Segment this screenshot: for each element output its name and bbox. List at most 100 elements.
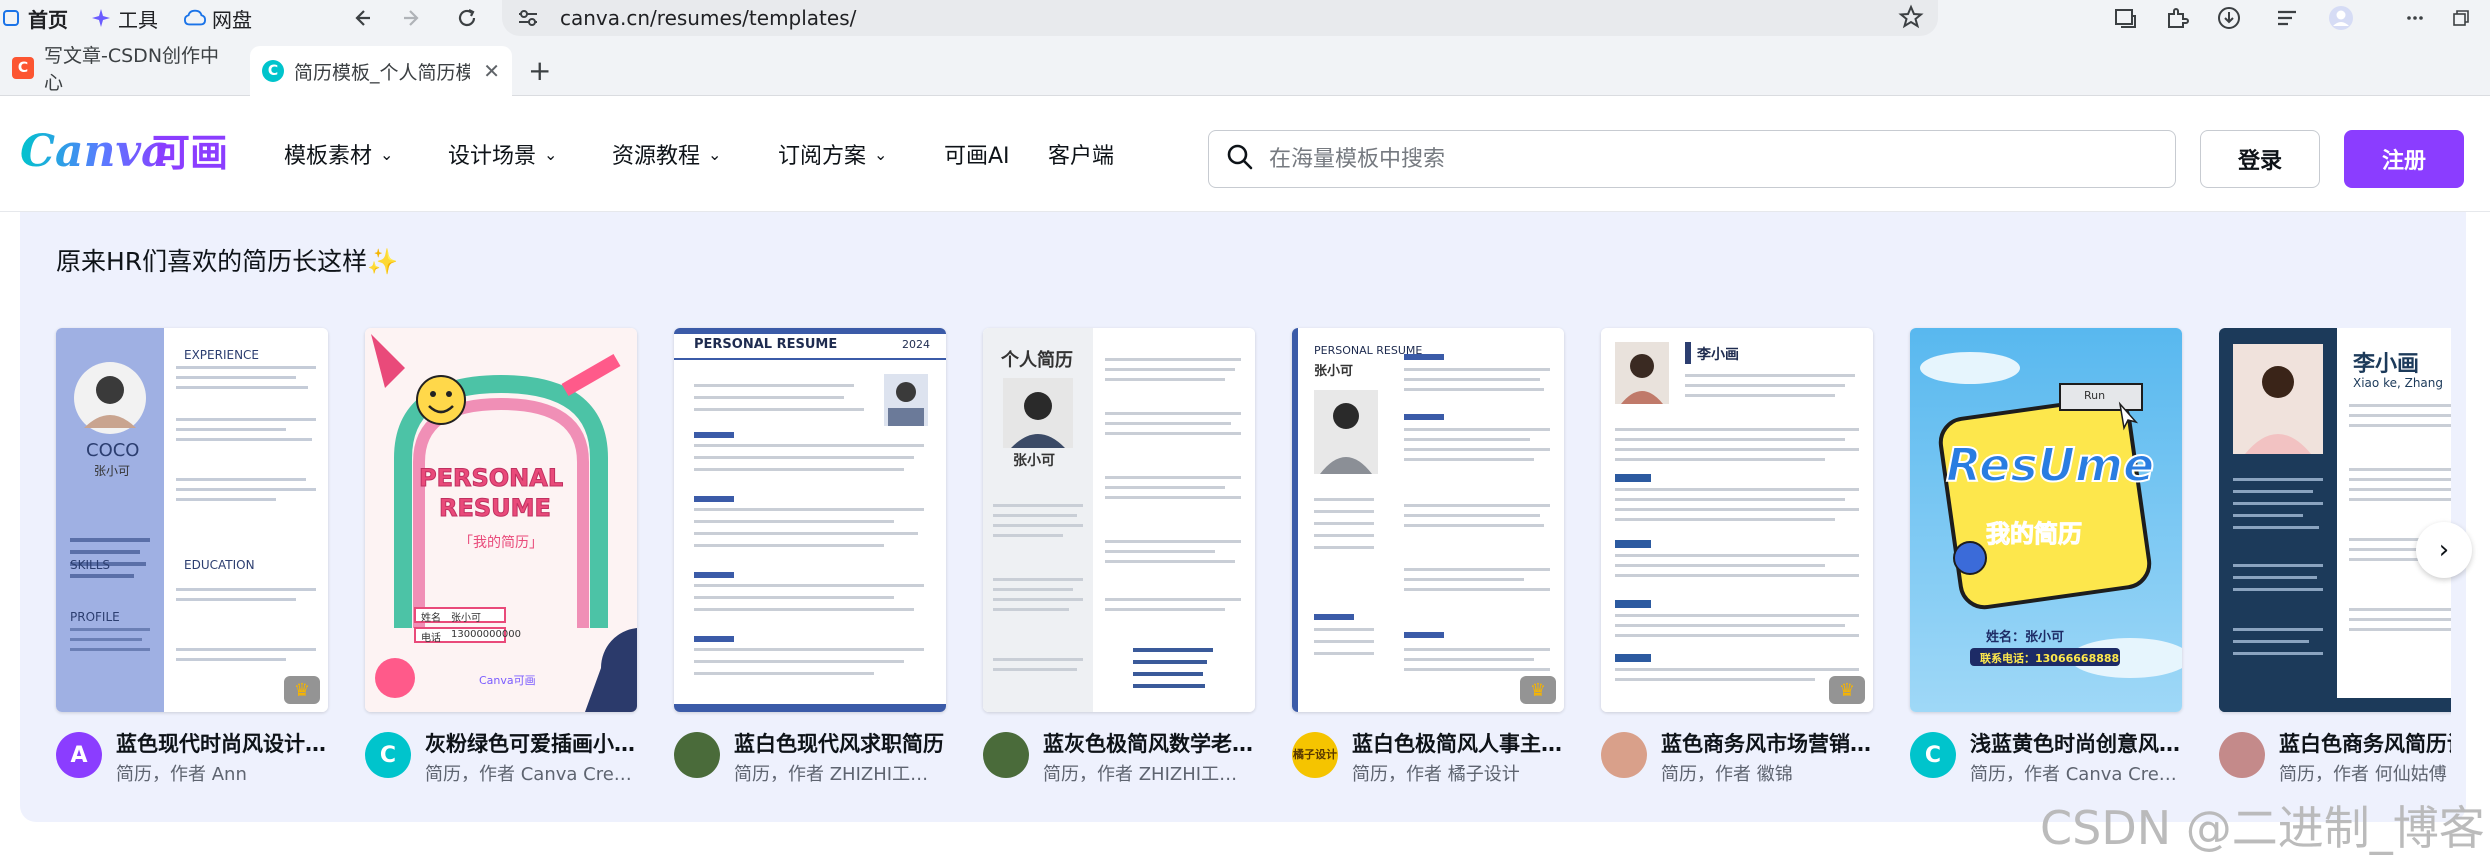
card-title[interactable]: 蓝白色极简风人事主... — [1352, 728, 1564, 758]
author-avatar[interactable] — [674, 732, 720, 778]
thumb-experience: EXPERIENCE — [184, 348, 260, 362]
thumb-year: 2024 — [902, 338, 930, 351]
card-meta: 蓝白色商务风简历设 简历，作者 何仙姑傅 — [2219, 726, 2451, 790]
card-author[interactable]: 简历，作者 徽锦 — [1661, 760, 1873, 786]
card-author[interactable]: 简历，作者 Canva Crea... — [425, 760, 637, 786]
template-card[interactable]: 李小画 ♛ 蓝色商务风市场营销... 简历，作者 徽锦 — [1601, 328, 1873, 790]
template-thumbnail[interactable]: PERSONAL RESUME 张小可 ♛ — [1292, 328, 1564, 712]
signup-button[interactable]: 注册 — [2344, 130, 2464, 188]
profile-avatar-icon[interactable] — [2326, 3, 2356, 33]
author-avatar[interactable] — [2219, 732, 2265, 778]
template-card[interactable]: Run ResUme 我的简历 姓名：张小可 联系电话：13066668888 … — [1910, 328, 2182, 790]
nav-pricing[interactable]: 订阅方案 ⌄ — [778, 96, 887, 212]
template-card[interactable]: PERSONAL RESUME 「我的简历」 姓名 张小可 电话 1300000… — [365, 328, 637, 790]
tab-canva[interactable]: C 简历模板_个人简历模 ✕ — [250, 46, 512, 96]
card-meta: 蓝灰色极简风数学老... 简历，作者 ZHIZHI工作室 — [983, 726, 1255, 790]
author-avatar[interactable]: A — [56, 732, 102, 778]
card-author[interactable]: 简历，作者 Ann — [116, 760, 328, 786]
browser-tools-button[interactable]: 工具 — [90, 0, 158, 36]
site-settings-icon[interactable] — [516, 6, 540, 34]
template-search[interactable] — [1208, 130, 2176, 188]
thumb-run: Run — [2084, 389, 2106, 402]
template-thumbnail[interactable]: COCO 张小可 SKILLS PROFILE EXPERIENCE EDUCA… — [56, 328, 328, 712]
new-tab-icon[interactable]: + — [528, 46, 551, 96]
browser-netdisk-button[interactable]: 网盘 — [184, 0, 252, 36]
author-avatar[interactable]: C — [365, 732, 411, 778]
template-card[interactable]: PERSONAL RESUME 张小可 ♛ 橘子设计 蓝白色极简风人事主... … — [1292, 328, 1564, 790]
thumb-title2: RESUME — [439, 494, 552, 523]
card-author[interactable]: 简历，作者 ZHIZHI工作室 — [734, 760, 946, 786]
thumb-profile: PROFILE — [70, 610, 120, 624]
chevron-down-icon: ⌄ — [380, 144, 394, 164]
nav-templates[interactable]: 模板素材 ⌄ — [284, 96, 393, 212]
thumb-name-cn: 张小可 — [94, 464, 131, 478]
card-title[interactable]: 蓝色现代时尚风设计... — [116, 728, 328, 758]
card-meta: C 浅蓝黄色时尚创意风... 简历，作者 Canva Crea... — [1910, 726, 2182, 790]
card-author[interactable]: 简历，作者 何仙姑傅 — [2279, 760, 2451, 786]
bookmark-star-icon[interactable] — [1898, 4, 1924, 34]
template-card[interactable]: PERSONAL RESUME 2024 蓝白色现代风求职简历 简历，作者 ZH… — [674, 328, 946, 790]
extensions-icon[interactable] — [2162, 3, 2192, 33]
nav-pricing-label: 订阅方案 — [778, 144, 867, 169]
template-thumbnail[interactable]: Run ResUme 我的简历 姓名：张小可 联系电话：13066668888 — [1910, 328, 2182, 712]
address-bar[interactable]: canva.cn/resumes/templates/ — [502, 0, 1938, 36]
canva-logo[interactable]: Canva 可画 — [20, 116, 236, 188]
carousel-next-button[interactable]: › — [2416, 522, 2472, 578]
forward-icon[interactable] — [398, 3, 428, 33]
template-thumbnail[interactable]: 李小画 Xiao ke, Zhang — [2219, 328, 2451, 712]
nav-scenarios[interactable]: 设计场景 ⌄ — [448, 96, 557, 212]
download-icon[interactable] — [2214, 3, 2244, 33]
template-thumbnail[interactable]: PERSONAL RESUME 「我的简历」 姓名 张小可 电话 1300000… — [365, 328, 637, 712]
back-icon[interactable] — [346, 3, 376, 33]
chevron-down-icon: ⌄ — [544, 144, 558, 164]
card-title[interactable]: 蓝色商务风市场营销... — [1661, 728, 1873, 758]
template-card[interactable]: 李小画 Xiao ke, Zhang 蓝白色商务风简历设 简历，作者 何仙姑傅 — [2219, 328, 2451, 790]
card-title[interactable]: 浅蓝黄色时尚创意风... — [1970, 728, 2182, 758]
nav-resources-label: 资源教程 — [612, 144, 701, 169]
home-icon — [0, 7, 22, 29]
author-avatar[interactable]: 橘子设计 — [1292, 732, 1338, 778]
search-input[interactable] — [1269, 146, 2175, 172]
nav-ai[interactable]: 可画AI — [944, 96, 1010, 212]
card-author[interactable]: 简历，作者 Canva Crea... — [1970, 760, 2182, 786]
thumb-title: 个人简历 — [1001, 350, 1073, 371]
browser-home-button[interactable]: 首页 — [0, 0, 68, 36]
template-card[interactable]: 个人简历 张小可 蓝灰色极简风数学老... 简历，作者 ZHIZHI工作室 — [983, 328, 1255, 790]
tab-close-icon[interactable]: ✕ — [483, 59, 500, 83]
thumb-brand: Canva可画 — [479, 674, 536, 687]
author-avatar[interactable] — [1601, 732, 1647, 778]
window-restore-icon[interactable] — [2446, 3, 2476, 33]
thumb-skills: SKILLS — [70, 558, 111, 572]
thumb-name: 张小可 — [1013, 453, 1055, 469]
template-thumbnail[interactable]: 李小画 ♛ — [1601, 328, 1873, 712]
search-icon — [1225, 142, 1255, 176]
tab-csdn[interactable]: C 写文章-CSDN创作中心 — [0, 45, 238, 94]
thumb-name-value: 张小可 — [451, 613, 481, 624]
thumb-title1: PERSONAL — [418, 464, 564, 493]
card-title[interactable]: 蓝白色现代风求职简历 — [734, 728, 946, 758]
nav-ai-label: 可画AI — [944, 144, 1010, 169]
card-title[interactable]: 蓝灰色极简风数学老... — [1043, 728, 1255, 758]
browser-toolbar: 首页 工具 网盘 canva.cn/resumes/templates/ — [0, 0, 2490, 36]
thumb-sub: 「我的简历」 — [459, 535, 543, 551]
nav-resources[interactable]: 资源教程 ⌄ — [612, 96, 721, 212]
reload-icon[interactable] — [452, 3, 482, 33]
nav-client[interactable]: 客户端 — [1048, 96, 1114, 212]
card-author[interactable]: 简历，作者 橘子设计 — [1352, 760, 1564, 786]
thumb-title: PERSONAL RESUME — [1314, 344, 1423, 357]
more-dots-icon[interactable] — [2400, 3, 2430, 33]
template-card[interactable]: COCO 张小可 SKILLS PROFILE EXPERIENCE EDUCA… — [56, 328, 328, 790]
login-button[interactable]: 登录 — [2200, 130, 2320, 188]
card-title[interactable]: 蓝白色商务风简历设 — [2279, 728, 2451, 758]
browser-netdisk-label: 网盘 — [212, 7, 252, 32]
url-text: canva.cn/resumes/templates/ — [560, 6, 857, 30]
menu-lines-icon[interactable] — [2272, 3, 2302, 33]
cast-icon[interactable] — [2110, 3, 2140, 33]
author-avatar[interactable]: C — [1910, 732, 1956, 778]
card-title[interactable]: 灰粉绿色可爱插画小... — [425, 728, 637, 758]
template-thumbnail[interactable]: 个人简历 张小可 — [983, 328, 1255, 712]
nav-templates-label: 模板素材 — [284, 144, 373, 169]
template-thumbnail[interactable]: PERSONAL RESUME 2024 — [674, 328, 946, 712]
card-author[interactable]: 简历，作者 ZHIZHI工作室 — [1043, 760, 1255, 786]
author-avatar[interactable] — [983, 732, 1029, 778]
